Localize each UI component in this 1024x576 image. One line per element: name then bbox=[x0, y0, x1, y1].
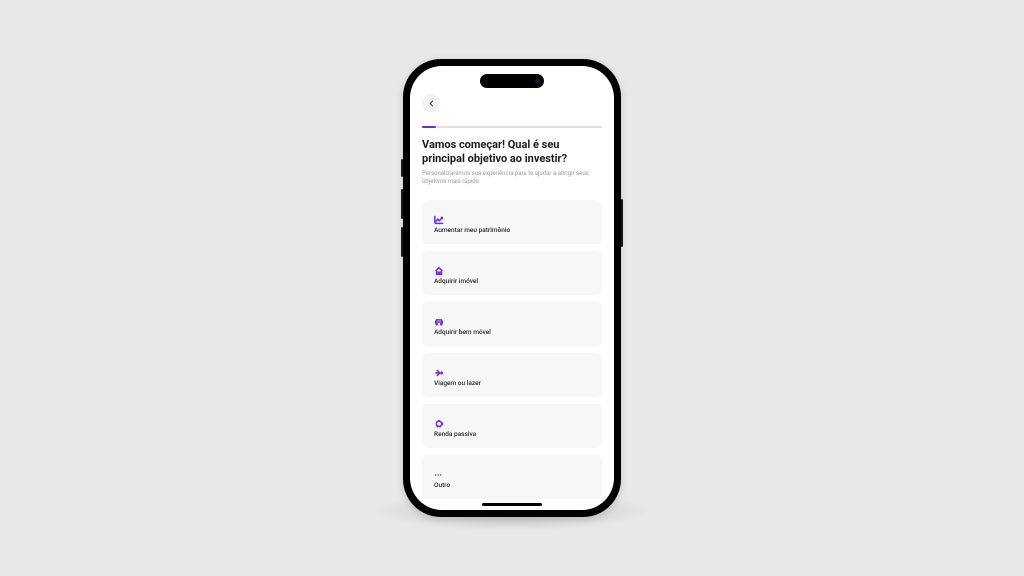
phone-volume-up bbox=[401, 189, 403, 219]
phone-volume-down bbox=[401, 227, 403, 257]
car-icon bbox=[434, 312, 444, 322]
option-label: Adquirir bem móvel bbox=[434, 328, 590, 336]
option-label: Adquirir imóvel bbox=[434, 277, 590, 285]
chart-up-icon bbox=[434, 210, 444, 220]
screen: Vamos começar! Qual é seu principal obje… bbox=[410, 66, 614, 510]
phone-frame: Vamos começar! Qual é seu principal obje… bbox=[403, 59, 621, 517]
option-vehicle[interactable]: Adquirir bem móvel bbox=[422, 302, 602, 346]
options-list: Aumentar meu patrimônio Adquirir imóvel … bbox=[422, 200, 602, 499]
dynamic-island bbox=[480, 74, 544, 88]
option-grow-wealth[interactable]: Aumentar meu patrimônio bbox=[422, 200, 602, 244]
option-property[interactable]: Adquirir imóvel bbox=[422, 251, 602, 295]
piggy-icon bbox=[434, 414, 444, 424]
house-icon bbox=[434, 261, 444, 271]
camera-dot bbox=[535, 79, 540, 84]
option-other[interactable]: Outro bbox=[422, 455, 602, 499]
option-label: Outro bbox=[434, 481, 590, 489]
option-label: Aumentar meu patrimônio bbox=[434, 226, 590, 234]
progress-fill bbox=[422, 126, 436, 128]
plane-icon bbox=[434, 363, 444, 373]
page-subtitle: Personalizaremos sua experiência para te… bbox=[422, 170, 602, 186]
chevron-left-icon bbox=[428, 100, 435, 107]
dots-icon bbox=[434, 465, 444, 475]
phone-power-button bbox=[621, 199, 623, 247]
option-passive-income[interactable]: Renda passiva bbox=[422, 404, 602, 448]
phone-side-button bbox=[401, 159, 403, 177]
home-indicator bbox=[482, 503, 542, 506]
page-title: Vamos começar! Qual é seu principal obje… bbox=[422, 138, 602, 166]
option-label: Renda passiva bbox=[434, 430, 590, 438]
progress-bar bbox=[422, 126, 602, 128]
option-label: Viagem ou lazer bbox=[434, 379, 590, 387]
back-button[interactable] bbox=[422, 94, 440, 112]
option-travel[interactable]: Viagem ou lazer bbox=[422, 353, 602, 397]
